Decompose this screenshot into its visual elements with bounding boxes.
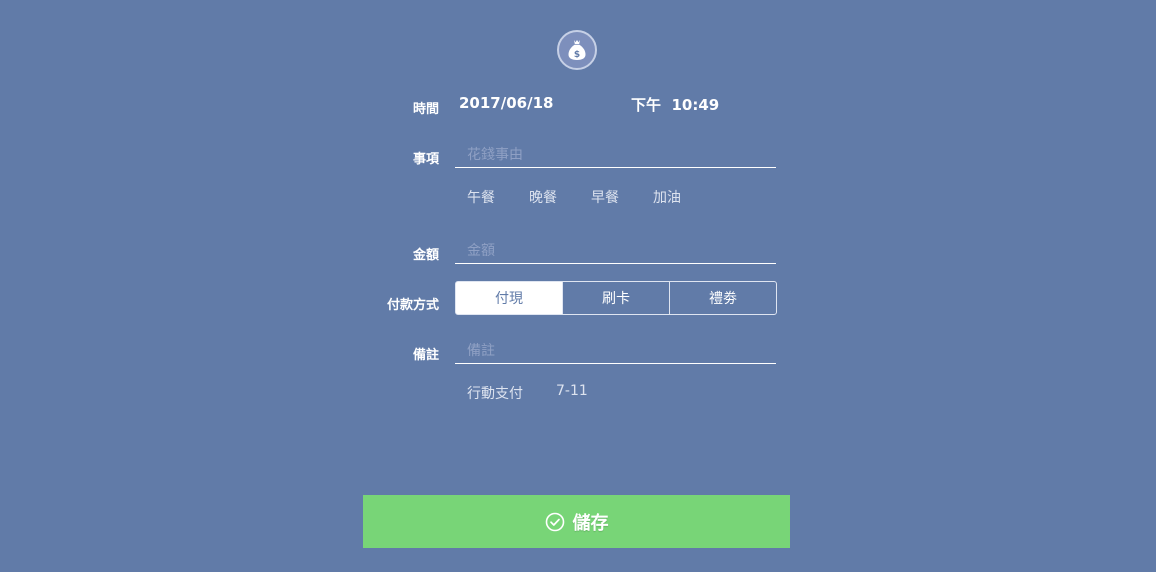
payment-method-selector: 付現 刷卡 禮劵 bbox=[455, 281, 777, 315]
payment-cash-button[interactable]: 付現 bbox=[455, 281, 563, 315]
time-label: 時間 bbox=[412, 102, 439, 117]
note-input[interactable] bbox=[455, 338, 776, 364]
save-button-label: 儲存 bbox=[572, 512, 609, 534]
date-value[interactable]: 2017/06/18 bbox=[459, 94, 553, 112]
note-label: 備註 bbox=[412, 348, 439, 363]
note-suggestions: 行動支付 7-11 bbox=[467, 383, 588, 403]
svg-text:$: $ bbox=[574, 50, 580, 60]
item-input[interactable] bbox=[455, 142, 776, 168]
amount-label: 金額 bbox=[412, 248, 439, 263]
payment-voucher-button[interactable]: 禮劵 bbox=[669, 281, 777, 315]
item-label: 事項 bbox=[412, 152, 439, 167]
money-bag-icon: $ bbox=[557, 30, 597, 70]
save-button[interactable]: 儲存 bbox=[363, 495, 790, 548]
suggestion-7-11[interactable]: 7-11 bbox=[556, 383, 588, 403]
suggestion-dinner[interactable]: 晚餐 bbox=[529, 187, 591, 207]
suggestion-breakfast[interactable]: 早餐 bbox=[591, 187, 653, 207]
payment-label: 付款方式 bbox=[386, 298, 439, 313]
suggestion-lunch[interactable]: 午餐 bbox=[467, 187, 529, 207]
check-circle-icon bbox=[545, 512, 565, 532]
suggestion-fuel[interactable]: 加油 bbox=[653, 187, 681, 207]
suggestion-mobile-pay[interactable]: 行動支付 bbox=[467, 383, 556, 403]
time-value[interactable]: 下午 10:49 bbox=[631, 94, 719, 115]
amount-input[interactable] bbox=[455, 238, 776, 264]
item-suggestions: 午餐 晚餐 早餐 加油 bbox=[467, 187, 681, 207]
app-root: $ 時間 2017/06/18 下午 10:49 事項 午餐 晚餐 早餐 加油 … bbox=[0, 0, 1156, 572]
payment-card-button[interactable]: 刷卡 bbox=[562, 281, 670, 315]
